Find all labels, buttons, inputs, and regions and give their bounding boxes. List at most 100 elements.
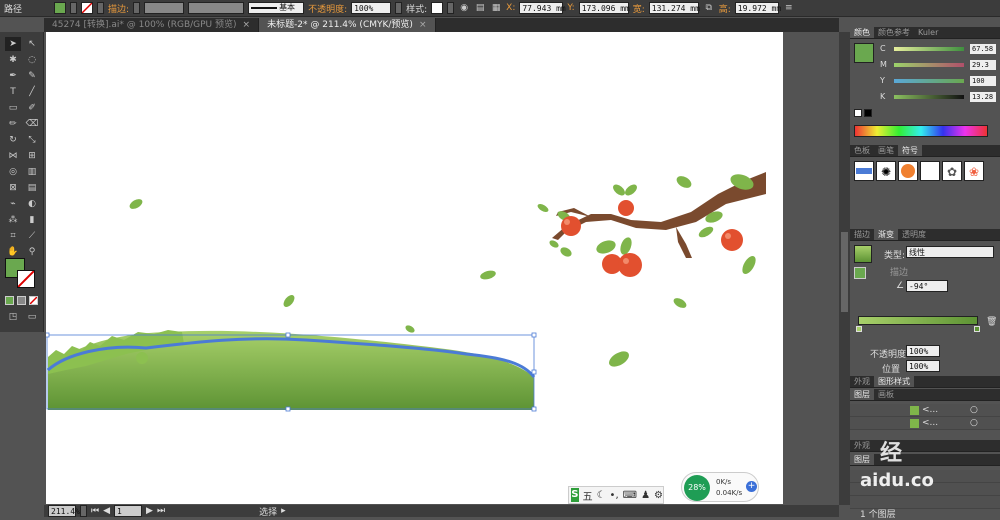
artboard-tool-icon[interactable]: ⌗ [5, 229, 21, 243]
curvature-tool-icon[interactable]: ✎ [24, 69, 40, 83]
close-icon[interactable]: × [243, 20, 251, 30]
scroll-thumb[interactable] [841, 232, 848, 312]
rectangle-tool-icon[interactable]: ▭ [5, 101, 21, 115]
gradient-preview[interactable] [854, 245, 872, 263]
tab-appearance[interactable]: 外观 [850, 376, 874, 387]
tab-brushes[interactable]: 画笔 [874, 145, 898, 156]
status-arrow-icon[interactable]: ▸ [281, 506, 286, 516]
tab-transparency[interactable]: 透明度 [898, 229, 930, 240]
symbol-orange-button[interactable] [898, 161, 918, 181]
hand-tool-icon[interactable]: ✋ [5, 245, 21, 259]
height-field[interactable]: 19.972 mm [734, 2, 781, 14]
graph-tool-icon[interactable]: ▮ [24, 213, 40, 227]
gradient-angle-field[interactable]: -94° [906, 280, 948, 292]
black-swatch[interactable] [864, 109, 872, 117]
gradient-slider[interactable] [858, 316, 978, 325]
stroke-swatch[interactable] [81, 2, 94, 14]
gradient-position-field[interactable]: 100% [906, 360, 940, 372]
tab-document-1[interactable]: 45274 [转换].ai* @ 100% (RGB/GPU 预览) × [44, 18, 260, 32]
opacity-field[interactable]: 100% [351, 2, 392, 14]
magic-wand-tool-icon[interactable]: ✱ [5, 53, 21, 67]
width-field[interactable]: 131.274 mm [648, 2, 700, 14]
zoom-dropdown[interactable] [80, 505, 87, 517]
close-icon[interactable]: × [419, 20, 427, 30]
pencil-tool-icon[interactable]: ✏ [5, 117, 21, 131]
tab-graphic-styles[interactable]: 图形样式 [874, 376, 914, 387]
target-icon[interactable]: ○ [970, 405, 978, 415]
free-transform-tool-icon[interactable]: ⊞ [24, 149, 40, 163]
layer-row[interactable]: <... ○ [850, 417, 1000, 430]
align-icon[interactable]: ▤ [474, 2, 486, 14]
gradient-type-select[interactable]: 线性 [906, 246, 994, 258]
perspective-grid-tool-icon[interactable]: ▥ [24, 165, 40, 179]
symbol-sprayer-tool-icon[interactable]: ⁂ [5, 213, 21, 227]
tab-color[interactable]: 颜色 [850, 27, 874, 38]
rotate-tool-icon[interactable]: ↻ [5, 133, 21, 147]
gradient-stop-end[interactable] [974, 326, 980, 332]
tab-layers[interactable]: 图层 [850, 389, 874, 400]
x-field[interactable]: 77.943 mm [519, 2, 566, 14]
symbol-frame[interactable] [920, 161, 940, 181]
draw-mode-icon[interactable]: ◳ [5, 310, 21, 324]
magenta-slider[interactable]: M 29.3 [880, 60, 998, 70]
first-artboard-icon[interactable]: ⏮ [91, 506, 99, 516]
vertical-scrollbar[interactable] [839, 32, 850, 505]
target-icon[interactable]: ○ [970, 418, 978, 428]
cyan-slider[interactable]: C 67.58 [880, 44, 998, 54]
transform-icon[interactable]: ▦ [490, 2, 502, 14]
direct-selection-tool-icon[interactable]: ↖ [24, 37, 40, 51]
link-icon[interactable]: ⧉ [703, 2, 715, 14]
graphic-style-swatch[interactable] [431, 2, 444, 14]
gradient-opacity-field[interactable]: 100% [906, 345, 940, 357]
stroke-weight-field[interactable] [144, 2, 185, 14]
slice-tool-icon[interactable]: ⟋ [24, 229, 40, 243]
yellow-slider[interactable]: Y 100 [880, 76, 998, 86]
stroke-dropdown[interactable] [97, 2, 105, 14]
lasso-tool-icon[interactable]: ◌ [24, 53, 40, 67]
network-widget[interactable]: 28% 0K/s 0.04K/s + [681, 472, 759, 502]
tab-gradient[interactable]: 渐变 [874, 229, 898, 240]
pen-tool-icon[interactable]: ✒ [5, 69, 21, 83]
screen-mode-icon[interactable]: ▭ [24, 310, 40, 324]
ime-toolbar[interactable]: S 五 ☾ •, ⌨ ♟ ⚙ [568, 486, 664, 504]
graphic-style-dropdown[interactable] [447, 2, 455, 14]
tab-appearance-2[interactable]: 外观 [850, 440, 874, 451]
moon-icon[interactable]: ☾ [597, 490, 606, 501]
tab-color-guide[interactable]: 颜色参考 [874, 27, 914, 38]
ime-mode[interactable]: 五 [583, 488, 593, 503]
shape-builder-tool-icon[interactable]: ◎ [5, 165, 21, 179]
tab-swatches[interactable]: 色板 [850, 145, 874, 156]
artboard-canvas[interactable] [44, 32, 783, 504]
type-tool-icon[interactable]: T [5, 85, 21, 99]
symbol-flower[interactable]: ❀ [964, 161, 984, 181]
delete-stop-icon[interactable]: 🗑 [986, 317, 997, 327]
tab-stroke[interactable]: 描边 [850, 229, 874, 240]
brush-style-field[interactable]: 基本 [248, 2, 305, 14]
y-field[interactable]: 173.096 mm [578, 2, 630, 14]
tools-icon[interactable]: ⚙ [654, 490, 663, 501]
stroke-weight-stepper[interactable] [133, 2, 141, 14]
plus-icon[interactable]: + [746, 481, 757, 492]
stroke-color-box[interactable] [17, 270, 35, 288]
symbol-wreath[interactable]: ✿ [942, 161, 962, 181]
line-tool-icon[interactable]: ╱ [24, 85, 40, 99]
opacity-dropdown[interactable] [395, 2, 403, 14]
fill-swatch[interactable] [54, 2, 67, 14]
black-slider[interactable]: K 13.28 [880, 92, 998, 102]
tab-document-2[interactable]: 未标题-2* @ 211.4% (CMYK/预览) × [259, 18, 436, 32]
last-artboard-icon[interactable]: ⏭ [157, 506, 165, 516]
gradient-mode-button[interactable] [17, 296, 26, 305]
symbol-ink-splash[interactable]: ✺ [876, 161, 896, 181]
color-spectrum[interactable] [854, 125, 988, 137]
selection-tool-icon[interactable]: ➤ [5, 37, 21, 51]
skin-icon[interactable]: ♟ [641, 490, 650, 501]
tab-layers-2[interactable]: 图层 [850, 454, 874, 465]
gradient-stop-start[interactable] [856, 326, 862, 332]
panel-menu-icon[interactable]: ≡ [783, 2, 795, 14]
scale-tool-icon[interactable]: ⤡ [24, 133, 40, 147]
mesh-tool-icon[interactable]: ⊠ [5, 181, 21, 195]
next-artboard-icon[interactable]: ▶ [146, 506, 153, 516]
variable-width-field[interactable] [188, 2, 245, 14]
paintbrush-tool-icon[interactable]: ✐ [24, 101, 40, 115]
none-mode-button[interactable] [29, 296, 38, 305]
